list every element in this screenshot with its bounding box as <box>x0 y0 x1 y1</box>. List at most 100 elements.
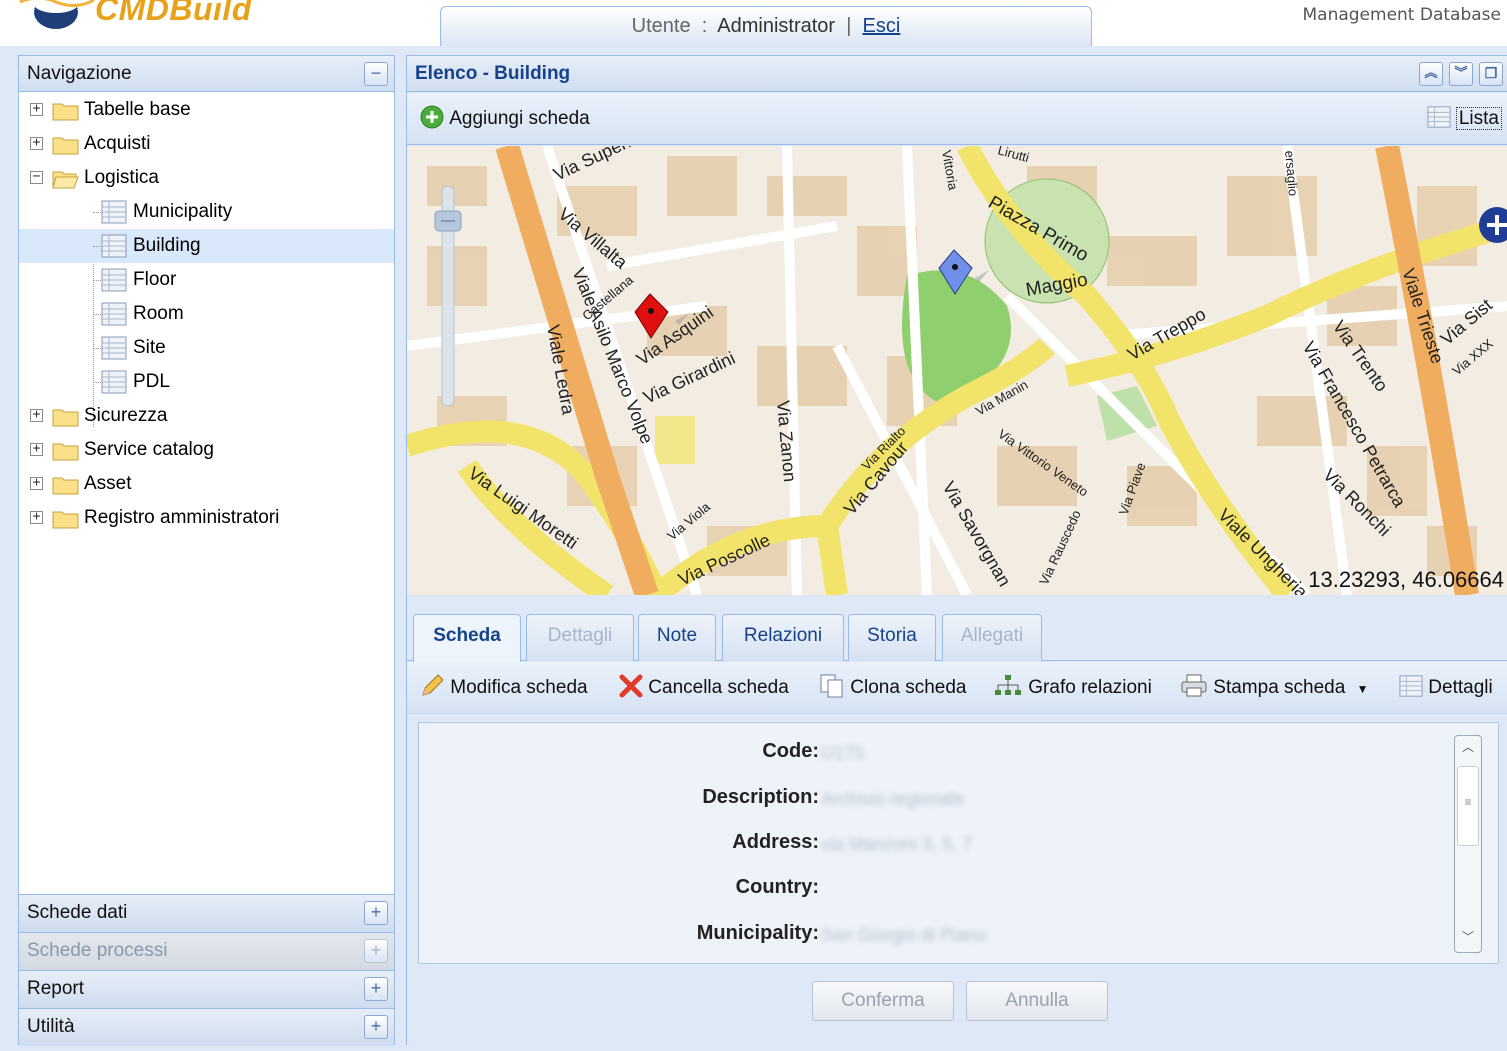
expand-icon[interactable]: + <box>30 136 43 150</box>
tree-item-floor[interactable]: Floor <box>19 263 394 297</box>
confirm-button: Conferma <box>812 981 954 1021</box>
tree-item-building[interactable]: Building <box>19 229 394 263</box>
dropdown-arrow-icon[interactable]: ▼ <box>1357 682 1369 696</box>
details-button[interactable]: Dettagli <box>1399 662 1493 714</box>
card-form-area: Code: U175 Description: Archivio regiona… <box>407 714 1507 1046</box>
tree-label: Floor <box>133 269 177 290</box>
delete-card-button[interactable]: Cancella scheda <box>619 662 789 714</box>
expand-icon[interactable]: + <box>30 102 43 116</box>
collapse-up-icon[interactable]: ︽ <box>1419 62 1443 86</box>
tree-folder-tabelle-base[interactable]: + Tabelle base <box>19 93 394 127</box>
navigation-title: Navigazione <box>27 63 132 84</box>
folder-icon <box>52 409 79 427</box>
accordion-label: Schede dati <box>27 902 128 923</box>
list-button[interactable]: Lista <box>1427 93 1502 145</box>
table-icon <box>101 200 127 224</box>
table-icon <box>101 268 127 292</box>
open-folder-icon <box>52 171 79 189</box>
cancel-button: Annulla <box>966 981 1108 1021</box>
tree-folder-service-catalog[interactable]: + Service catalog <box>19 433 394 467</box>
accordion-label: Utilità <box>27 1016 75 1037</box>
print-card-label: Stampa scheda <box>1213 677 1346 698</box>
tree-label: Asset <box>84 473 132 494</box>
field-value: Archivio regionale <box>821 789 965 809</box>
collapse-node-icon[interactable]: − <box>30 170 43 184</box>
map-view[interactable]: Via Superiore Via Villalta Castellana Vi… <box>407 146 1507 595</box>
scroll-down-icon[interactable]: ﹀ <box>1457 928 1479 950</box>
divider: | <box>840 15 857 37</box>
tree-folder-registro-amministratori[interactable]: + Registro amministratori <box>19 501 394 535</box>
map-canvas[interactable]: Via Superiore Via Villalta Castellana Vi… <box>407 146 1507 595</box>
folder-icon <box>52 477 79 495</box>
tree-label: Registro amministratori <box>84 507 280 528</box>
tab-dettagli: Dettagli <box>526 614 634 661</box>
tree-item-municipality[interactable]: Municipality <box>19 195 394 229</box>
tree-folder-acquisti[interactable]: + Acquisti <box>19 127 394 161</box>
collapse-down-icon[interactable]: ︾ <box>1449 62 1473 86</box>
field-row-code: Code: U175 <box>419 740 1459 770</box>
expand-icon[interactable]: + <box>30 408 43 422</box>
tree-folder-logistica[interactable]: − Logistica <box>19 161 394 195</box>
accordion-report[interactable]: Report + <box>19 970 394 1008</box>
clone-card-button[interactable]: Clona scheda <box>819 662 966 714</box>
main-panel: Elenco - Building ︽ ︾ ❐ Aggiungi scheda … <box>406 55 1507 1046</box>
tab-relazioni[interactable]: Relazioni <box>722 614 844 661</box>
tab-note[interactable]: Note <box>638 614 716 661</box>
clone-card-label: Clona scheda <box>850 677 967 698</box>
card-tabs: Scheda Dettagli Note Relazioni Storia Al… <box>407 595 1507 662</box>
table-icon <box>1427 106 1451 128</box>
accordion-label: Schede processi <box>27 940 168 961</box>
list-label: Lista <box>1455 107 1502 130</box>
scroll-thumb[interactable]: ≡ <box>1457 766 1479 846</box>
main-header: Elenco - Building ︽ ︾ ❐ <box>407 56 1507 92</box>
scroll-up-icon[interactable]: ︿ <box>1457 738 1479 760</box>
field-row-address: Address: via Manzoni 3, 5, 7 <box>419 831 1459 861</box>
expand-icon[interactable]: + <box>30 442 43 456</box>
table-icon <box>101 370 127 394</box>
accordion-schede-dati[interactable]: Schede dati + <box>19 894 394 932</box>
tree-item-site[interactable]: Site <box>19 331 394 365</box>
print-card-button[interactable]: Stampa scheda ▼ <box>1180 662 1368 714</box>
form-scrollbar[interactable]: ︿ ≡ ﹀ <box>1454 735 1482 953</box>
relation-graph-button[interactable]: Grafo relazioni <box>993 662 1152 714</box>
tree-label: Acquisti <box>84 133 151 154</box>
app-subtitle: Management Database <box>1302 5 1501 25</box>
tree-item-pdl[interactable]: PDL <box>19 365 394 399</box>
field-label: Country: <box>735 876 819 898</box>
tree-label: Building <box>133 235 201 256</box>
details-label: Dettagli <box>1428 677 1493 698</box>
logo-text: CMDBuild <box>95 0 252 27</box>
logout-link[interactable]: Esci <box>863 15 901 37</box>
tree-label: Logistica <box>84 167 159 188</box>
table-icon <box>1399 675 1423 697</box>
expand-panel-icon[interactable]: + <box>364 977 388 1001</box>
field-value: U175 <box>821 743 865 763</box>
user-info-tab: Utente : Administrator | Esci <box>440 6 1092 46</box>
tree-item-room[interactable]: Room <box>19 297 394 331</box>
expand-panel-icon[interactable]: + <box>364 901 388 925</box>
main-title: Elenco - Building <box>415 63 571 84</box>
table-icon <box>101 336 127 360</box>
field-row-municipality: Municipality: San Giorgio di Piano <box>419 922 1459 952</box>
field-value: via Manzoni 3, 5, 7 <box>821 834 973 854</box>
navigation-panel: Navigazione − + Tabelle base + Acquisti … <box>18 55 395 1046</box>
tab-scheda[interactable]: Scheda <box>413 614 521 662</box>
edit-card-button[interactable]: Modifica scheda <box>419 662 588 714</box>
expand-icon[interactable]: + <box>30 510 43 524</box>
card-form: Code: U175 Description: Archivio regiona… <box>418 722 1499 964</box>
folder-icon <box>52 103 79 121</box>
tree-label: Site <box>133 337 166 358</box>
tab-storia[interactable]: Storia <box>848 614 936 661</box>
expand-icon[interactable]: + <box>30 476 43 490</box>
user-name: Administrator <box>717 15 836 37</box>
tree-folder-asset[interactable]: + Asset <box>19 467 394 501</box>
tree-folder-sicurezza[interactable]: + Sicurezza <box>19 399 394 433</box>
collapse-icon[interactable]: − <box>364 62 388 86</box>
expand-panel-icon[interactable]: + <box>364 1015 388 1039</box>
relation-graph-label: Grafo relazioni <box>1028 677 1152 698</box>
accordion-utilita[interactable]: Utilità + <box>19 1008 394 1046</box>
accordion-schede-processi: Schede processi + <box>19 932 394 970</box>
main-toolbar: Aggiungi scheda Lista <box>407 93 1507 145</box>
restore-window-icon[interactable]: ❐ <box>1479 62 1503 86</box>
add-card-button[interactable]: Aggiungi scheda <box>419 93 590 145</box>
